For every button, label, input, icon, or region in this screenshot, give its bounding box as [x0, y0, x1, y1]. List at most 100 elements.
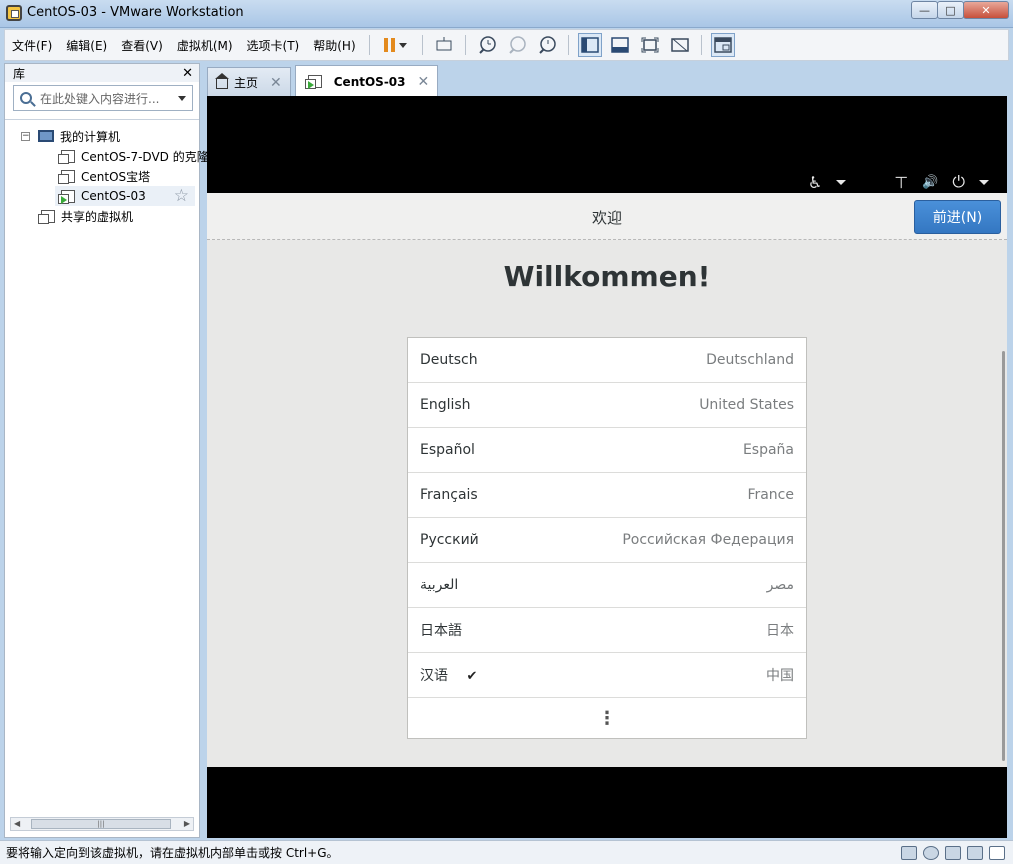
close-button[interactable]: ✕ [963, 1, 1009, 19]
menu-view[interactable]: 查看(V) [114, 37, 170, 54]
scroll-left-icon[interactable]: ◀ [14, 819, 20, 828]
shared-vm-icon [38, 209, 55, 224]
toolbar-separator [464, 35, 466, 55]
message-log-icon[interactable] [989, 845, 1005, 860]
page-title: 欢迎 [591, 209, 622, 227]
accessibility-icon[interactable]: ♿ [808, 173, 822, 192]
snapshot-manager-button[interactable] [535, 33, 559, 57]
fullscreen-button[interactable] [638, 33, 662, 57]
fullscreen-icon [641, 37, 659, 53]
collapse-icon[interactable]: − [21, 131, 30, 141]
tree-item-my-computer[interactable]: − 我的计算机 [21, 126, 120, 146]
console-view-icon [713, 37, 732, 53]
sound-card-icon[interactable] [967, 845, 983, 860]
console-view-button[interactable] [710, 33, 735, 57]
tab-bar: 主页 ✕ CentOS-03 ✕ [207, 64, 442, 97]
tab-home[interactable]: 主页 ✕ [207, 67, 291, 97]
menu-toolbar: 文件(F) 编辑(E) 查看(V) 虚拟机(M) 选项卡(T) 帮助(H) [4, 29, 1009, 61]
snapshot-button[interactable] [475, 33, 499, 57]
tree-item-label: CentOS宝塔 [81, 169, 151, 184]
next-button[interactable]: 前进(N) [914, 200, 1001, 234]
vmware-app-icon [6, 5, 22, 21]
menu-help[interactable]: 帮助(H) [306, 37, 362, 54]
language-region: مصر [766, 577, 794, 593]
keyboard-icon [436, 37, 452, 51]
device-status-icons [901, 845, 1013, 860]
language-row-chinese[interactable]: 汉语 ✔ 中国 [408, 653, 806, 698]
tree-item-shared-vms[interactable]: 共享的虚拟机 [38, 206, 134, 226]
language-row-russian[interactable]: Русский Российская Федерация [408, 518, 806, 563]
show-library-button[interactable] [577, 33, 602, 57]
thumbnail-layout-icon [610, 37, 629, 53]
tree-item-centos7-clone[interactable]: CentOS-7-DVD 的克隆 [58, 146, 209, 166]
unity-button[interactable] [668, 33, 692, 57]
language-name: Français [420, 487, 478, 503]
vm-console[interactable]: ♿ ⊤ 🔊 ⏻ 欢迎 前进(N) Willkommen! Deutsch Deu… [207, 96, 1007, 838]
menu-file[interactable]: 文件(F) [5, 37, 59, 54]
status-text: 要将输入定向到该虚拟机，请在虚拟机内部单击或按 Ctrl+G。 [6, 846, 339, 860]
snapshot-clock-icon [478, 36, 496, 54]
search-input[interactable]: 在此处键入内容进行... [40, 90, 174, 107]
pause-icon [384, 38, 396, 52]
window-controls: — □ ✕ [911, 1, 1009, 19]
language-row-deutsch[interactable]: Deutsch Deutschland [408, 338, 806, 383]
language-name: Español [420, 442, 475, 458]
chevron-down-icon[interactable] [178, 95, 186, 101]
cd-dvd-icon[interactable] [923, 845, 939, 860]
menu-edit[interactable]: 编辑(E) [59, 37, 114, 54]
anaconda-installer: 欢迎 前进(N) Willkommen! Deutsch Deutschland… [207, 193, 1007, 767]
language-row-japanese[interactable]: 日本語 日本 [408, 608, 806, 653]
network-icon[interactable]: ⊤ [894, 173, 908, 192]
language-name: Deutsch [420, 352, 478, 368]
scroll-thumb[interactable]: ||| [31, 819, 171, 829]
maximize-button[interactable]: □ [937, 1, 964, 19]
unity-icon [670, 38, 689, 52]
tree-item-centos-baota[interactable]: CentOS宝塔 [58, 166, 151, 186]
power-icon[interactable]: ⏻ [952, 172, 965, 192]
hard-disk-icon[interactable] [901, 845, 917, 860]
tree-item-centos-03[interactable]: CentOS-03 ☆ [55, 186, 195, 206]
volume-icon[interactable]: 🔊 [922, 175, 938, 190]
tree-item-label: 我的计算机 [60, 129, 121, 144]
thumbnail-bar-button[interactable] [608, 33, 632, 57]
tree-item-label: 共享的虚拟机 [61, 209, 134, 224]
vm-icon [58, 149, 75, 164]
library-horizontal-scrollbar[interactable]: ◀ ||| ▶ [10, 817, 194, 831]
language-row-espanol[interactable]: Español España [408, 428, 806, 473]
checkmark-icon: ✔ [466, 669, 478, 684]
revert-snapshot-button[interactable] [505, 33, 529, 57]
revert-clock-icon [508, 36, 526, 54]
library-close-icon[interactable]: ✕ [182, 66, 193, 81]
tab-close-icon[interactable]: ✕ [270, 75, 282, 91]
installer-header: 欢迎 前进(N) [207, 193, 1007, 240]
star-icon[interactable]: ☆ [174, 186, 189, 206]
tab-centos-03[interactable]: CentOS-03 ✕ [294, 65, 439, 97]
welcome-heading: Willkommen! [503, 260, 711, 293]
language-row-arabic[interactable]: العربية مصر [408, 563, 806, 608]
language-row-english[interactable]: English United States [408, 383, 806, 428]
chevron-down-icon[interactable] [979, 179, 989, 185]
language-name-selected: 汉语 ✔ [420, 665, 477, 685]
menu-tabs[interactable]: 选项卡(T) [240, 37, 307, 54]
chevron-down-icon[interactable] [836, 179, 847, 185]
send-ctrl-alt-del-button[interactable] [432, 33, 456, 57]
toolbar-separator [567, 35, 569, 55]
library-search[interactable]: 在此处键入内容进行... [13, 85, 193, 111]
menu-vm[interactable]: 虚拟机(M) [170, 37, 240, 54]
pause-button[interactable] [379, 33, 413, 57]
minimize-button[interactable]: — [911, 1, 938, 19]
scroll-right-icon[interactable]: ▶ [184, 819, 190, 828]
tree-item-label: CentOS-03 [81, 189, 146, 203]
toolbar-separator [421, 35, 423, 55]
vm-tree: − 我的计算机 CentOS-7-DVD 的克隆 CentOS宝塔 CentOS… [5, 119, 209, 809]
language-list: Deutsch Deutschland English United State… [407, 337, 807, 739]
tab-close-icon[interactable]: ✕ [418, 74, 430, 90]
network-adapter-icon[interactable] [945, 845, 961, 860]
more-languages-button[interactable]: ⋮ [408, 698, 806, 738]
running-vm-icon [304, 75, 322, 89]
title-bar: CentOS-03 - VMware Workstation — □ ✕ [0, 0, 1013, 28]
status-bar: 要将输入定向到该虚拟机，请在虚拟机内部单击或按 Ctrl+G。 [0, 840, 1013, 864]
library-layout-icon [580, 37, 599, 53]
installer-scrollbar[interactable] [1002, 351, 1005, 761]
language-row-francais[interactable]: Français France [408, 473, 806, 518]
